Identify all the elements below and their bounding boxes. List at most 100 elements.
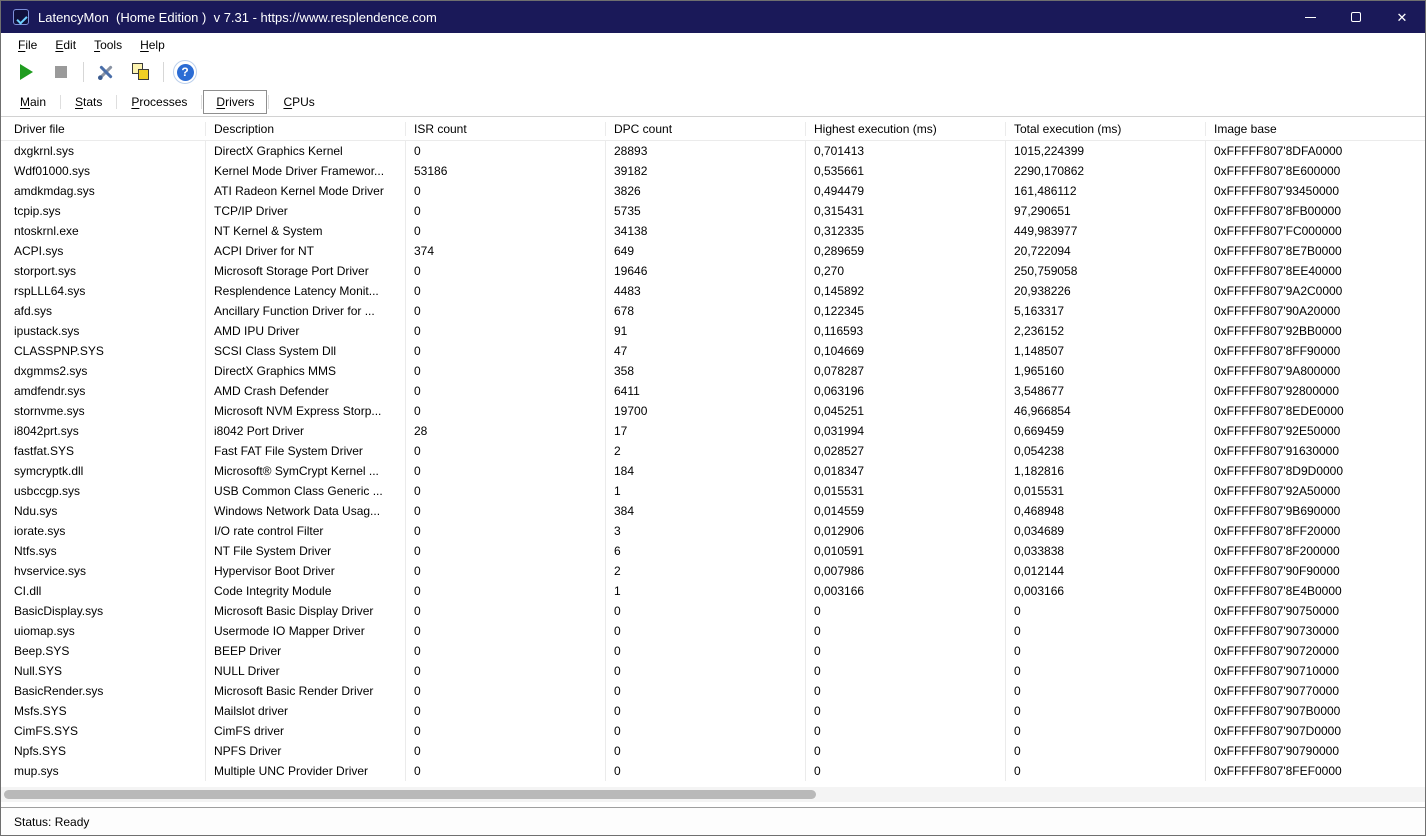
- cell-dpc-count: 91: [606, 321, 806, 341]
- table-row[interactable]: CimFS.SYSCimFS driver00000xFFFFF807'907D…: [1, 721, 1425, 741]
- table-row[interactable]: stornvme.sysMicrosoft NVM Express Storp.…: [1, 401, 1425, 421]
- table-row[interactable]: ipustack.sysAMD IPU Driver0910,1165932,2…: [1, 321, 1425, 341]
- cell-total-execution: 2290,170862: [1006, 161, 1206, 181]
- table-row[interactable]: storport.sysMicrosoft Storage Port Drive…: [1, 261, 1425, 281]
- column-header-isr-count[interactable]: ISR count: [406, 122, 606, 136]
- status-text: Status: Ready: [14, 815, 89, 829]
- cell-total-execution: 5,163317: [1006, 301, 1206, 321]
- column-header-driver-file[interactable]: Driver file: [1, 122, 206, 136]
- menu-help[interactable]: Help: [131, 35, 174, 55]
- column-header-highest-execution[interactable]: Highest execution (ms): [806, 122, 1006, 136]
- cell-total-execution: 1,965160: [1006, 361, 1206, 381]
- table-row[interactable]: ACPI.sysACPI Driver for NT3746490,289659…: [1, 241, 1425, 261]
- table-row[interactable]: BasicDisplay.sysMicrosoft Basic Display …: [1, 601, 1425, 621]
- table-row[interactable]: Beep.SYSBEEP Driver00000xFFFFF807'907200…: [1, 641, 1425, 661]
- table-row[interactable]: CLASSPNP.SYSSCSI Class System Dll0470,10…: [1, 341, 1425, 361]
- menu-edit[interactable]: Edit: [46, 35, 85, 55]
- cell-highest-execution: 0,028527: [806, 441, 1006, 461]
- cell-driver-file: ipustack.sys: [1, 321, 206, 341]
- table-row[interactable]: Ndu.sysWindows Network Data Usag...03840…: [1, 501, 1425, 521]
- hscroll-thumb[interactable]: [4, 790, 816, 799]
- table-row[interactable]: uiomap.sysUsermode IO Mapper Driver00000…: [1, 621, 1425, 641]
- table-row[interactable]: ntoskrnl.exeNT Kernel & System0341380,31…: [1, 221, 1425, 241]
- cell-description: NPFS Driver: [206, 741, 406, 761]
- close-button[interactable]: ✕: [1379, 1, 1425, 33]
- cell-description: SCSI Class System Dll: [206, 341, 406, 361]
- window-title: LatencyMon (Home Edition ) v 7.31 - http…: [38, 10, 437, 25]
- table-row[interactable]: CI.dllCode Integrity Module010,0031660,0…: [1, 581, 1425, 601]
- drivers-table-body: dxgkrnl.sysDirectX Graphics Kernel028893…: [1, 141, 1425, 781]
- menu-file[interactable]: File: [9, 35, 46, 55]
- cell-image-base: 0xFFFFF807'8E7B0000: [1206, 241, 1425, 261]
- table-row[interactable]: amdfendr.sysAMD Crash Defender064110,063…: [1, 381, 1425, 401]
- table-row[interactable]: usbccgp.sysUSB Common Class Generic ...0…: [1, 481, 1425, 501]
- cell-description: NT File System Driver: [206, 541, 406, 561]
- table-row[interactable]: Wdf01000.sysKernel Mode Driver Framewor.…: [1, 161, 1425, 181]
- cell-isr-count: 0: [406, 501, 606, 521]
- cell-description: ATI Radeon Kernel Mode Driver: [206, 181, 406, 201]
- horizontal-scrollbar[interactable]: [1, 787, 1425, 802]
- cell-driver-file: iorate.sys: [1, 521, 206, 541]
- table-row[interactable]: symcryptk.dllMicrosoft® SymCrypt Kernel …: [1, 461, 1425, 481]
- stop-monitoring-button[interactable]: [48, 59, 74, 85]
- table-row[interactable]: BasicRender.sysMicrosoft Basic Render Dr…: [1, 681, 1425, 701]
- cell-isr-count: 0: [406, 261, 606, 281]
- copy-report-button[interactable]: [128, 59, 154, 85]
- table-row[interactable]: rspLLL64.sysResplendence Latency Monit..…: [1, 281, 1425, 301]
- column-header-total-execution[interactable]: Total execution (ms): [1006, 122, 1206, 136]
- cell-driver-file: hvservice.sys: [1, 561, 206, 581]
- maximize-button[interactable]: [1333, 1, 1379, 33]
- table-row[interactable]: mup.sysMultiple UNC Provider Driver00000…: [1, 761, 1425, 781]
- tab-cpus[interactable]: CPUs: [270, 90, 327, 114]
- cell-highest-execution: 0: [806, 641, 1006, 661]
- cell-total-execution: 0: [1006, 741, 1206, 761]
- column-header-image-base[interactable]: Image base: [1206, 122, 1425, 136]
- title-bar: LatencyMon (Home Edition ) v 7.31 - http…: [1, 1, 1425, 33]
- minimize-button[interactable]: [1287, 1, 1333, 33]
- cell-isr-count: 0: [406, 201, 606, 221]
- table-row[interactable]: Npfs.SYSNPFS Driver00000xFFFFF807'907900…: [1, 741, 1425, 761]
- table-row[interactable]: Msfs.SYSMailslot driver00000xFFFFF807'90…: [1, 701, 1425, 721]
- cell-driver-file: symcryptk.dll: [1, 461, 206, 481]
- cell-isr-count: 0: [406, 761, 606, 781]
- cell-dpc-count: 47: [606, 341, 806, 361]
- options-button[interactable]: [93, 59, 119, 85]
- cell-dpc-count: 39182: [606, 161, 806, 181]
- cell-isr-count: 0: [406, 681, 606, 701]
- table-row[interactable]: afd.sysAncillary Function Driver for ...…: [1, 301, 1425, 321]
- cell-isr-count: 0: [406, 741, 606, 761]
- cell-image-base: 0xFFFFF807'90A20000: [1206, 301, 1425, 321]
- tab-processes[interactable]: Processes: [118, 90, 200, 114]
- cell-highest-execution: 0: [806, 601, 1006, 621]
- cell-highest-execution: 0,003166: [806, 581, 1006, 601]
- tab-separator: [268, 95, 269, 109]
- cell-highest-execution: 0,289659: [806, 241, 1006, 261]
- table-row[interactable]: tcpip.sysTCP/IP Driver057350,31543197,29…: [1, 201, 1425, 221]
- cell-total-execution: 1015,224399: [1006, 141, 1206, 161]
- table-row[interactable]: Ntfs.sysNT File System Driver060,0105910…: [1, 541, 1425, 561]
- cell-description: Ancillary Function Driver for ...: [206, 301, 406, 321]
- help-button[interactable]: ?: [173, 60, 197, 84]
- table-row[interactable]: Null.SYSNULL Driver00000xFFFFF807'907100…: [1, 661, 1425, 681]
- table-row[interactable]: i8042prt.sysi8042 Port Driver28170,03199…: [1, 421, 1425, 441]
- cell-isr-count: 53186: [406, 161, 606, 181]
- cell-highest-execution: 0: [806, 681, 1006, 701]
- cell-description: Microsoft Storage Port Driver: [206, 261, 406, 281]
- table-row[interactable]: hvservice.sysHypervisor Boot Driver020,0…: [1, 561, 1425, 581]
- column-header-dpc-count[interactable]: DPC count: [606, 122, 806, 136]
- tab-drivers[interactable]: Drivers: [203, 90, 267, 114]
- table-row[interactable]: amdkmdag.sysATI Radeon Kernel Mode Drive…: [1, 181, 1425, 201]
- table-row[interactable]: dxgmms2.sysDirectX Graphics MMS03580,078…: [1, 361, 1425, 381]
- menu-tools[interactable]: Tools: [85, 35, 131, 55]
- column-header-description[interactable]: Description: [206, 122, 406, 136]
- cell-description: Usermode IO Mapper Driver: [206, 621, 406, 641]
- table-row[interactable]: fastfat.SYSFast FAT File System Driver02…: [1, 441, 1425, 461]
- start-monitoring-button[interactable]: [13, 59, 39, 85]
- tab-stats[interactable]: Stats: [62, 90, 115, 114]
- table-row[interactable]: iorate.sysI/O rate control Filter030,012…: [1, 521, 1425, 541]
- cell-driver-file: stornvme.sys: [1, 401, 206, 421]
- cell-driver-file: ntoskrnl.exe: [1, 221, 206, 241]
- tab-main[interactable]: Main: [7, 90, 59, 114]
- cell-isr-count: 0: [406, 461, 606, 481]
- table-row[interactable]: dxgkrnl.sysDirectX Graphics Kernel028893…: [1, 141, 1425, 161]
